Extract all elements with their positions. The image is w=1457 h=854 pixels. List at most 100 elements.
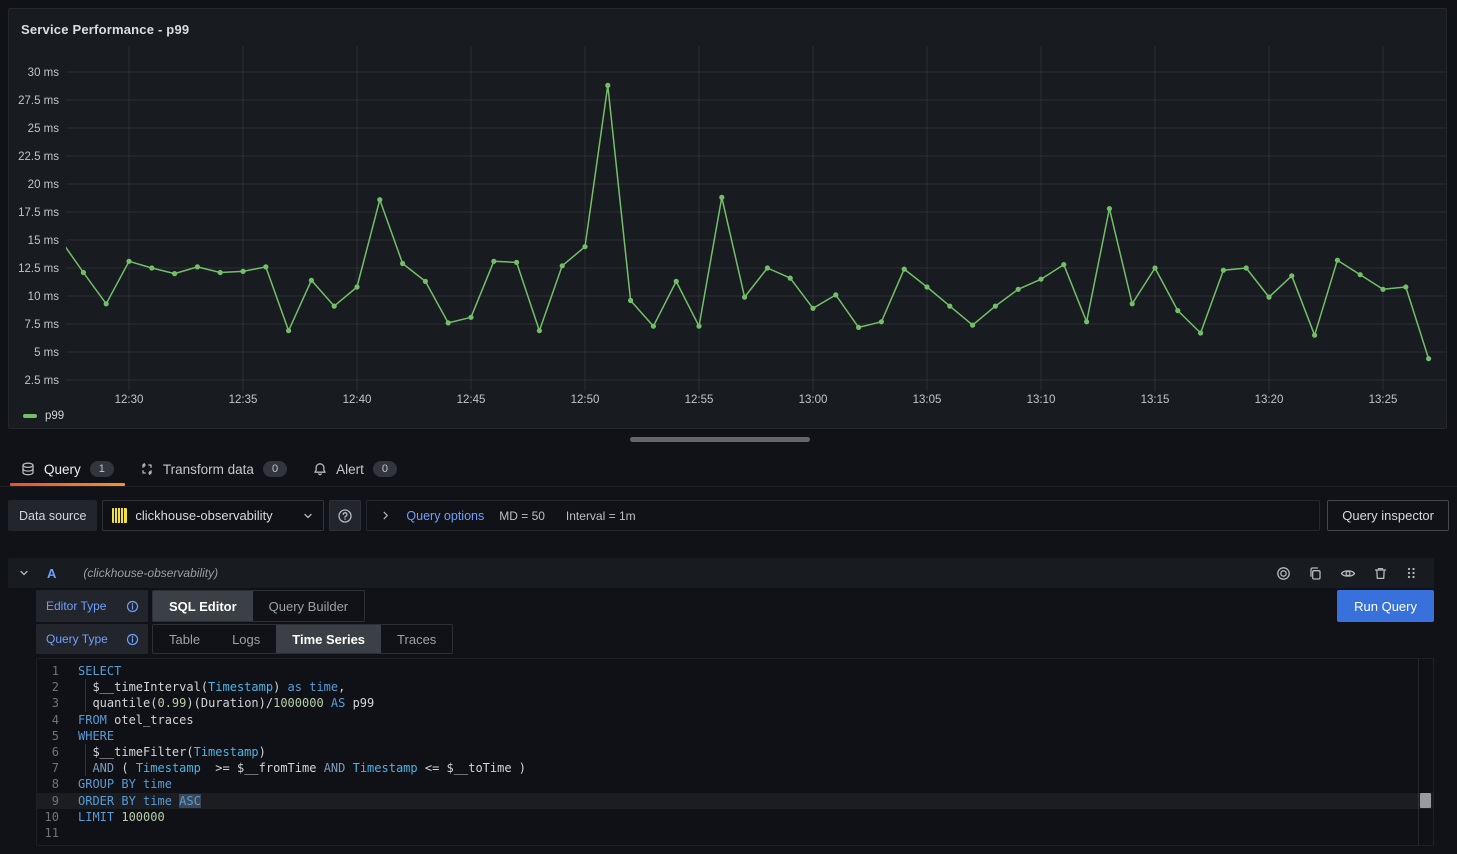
query-inspector-button[interactable]: Query inspector	[1327, 500, 1449, 531]
line-number: 6	[37, 744, 59, 760]
tab-alert[interactable]: Alert 0	[300, 452, 410, 486]
segment-traces[interactable]: Traces	[381, 625, 452, 653]
svg-text:22.5 ms: 22.5 ms	[18, 151, 59, 163]
code-line[interactable]: 8GROUP BY time	[37, 776, 1433, 792]
code-line[interactable]: 5WHERE	[37, 728, 1433, 744]
svg-text:12:30: 12:30	[115, 394, 144, 406]
code-line[interactable]: 4FROM otel_traces	[37, 712, 1433, 728]
datasource-picker[interactable]: clickhouse-observability	[102, 500, 324, 531]
line-number: 10	[37, 809, 59, 825]
tab-query-count-badge: 1	[90, 461, 114, 477]
code-line[interactable]: 3 quantile(0.99)(Duration)/1000000 AS p9…	[37, 695, 1433, 711]
segment-sql-editor[interactable]: SQL Editor	[153, 591, 253, 621]
svg-text:13:10: 13:10	[1027, 394, 1056, 406]
svg-text:13:15: 13:15	[1141, 394, 1170, 406]
duplicate-query-icon[interactable]	[1308, 566, 1323, 581]
chevron-right-icon	[380, 510, 391, 521]
query-options-interval: Interval = 1m	[566, 509, 636, 523]
line-number: 5	[37, 728, 59, 744]
tab-alert-count-badge: 0	[373, 461, 397, 477]
drag-handle-icon[interactable]	[1405, 566, 1417, 580]
legend-series-swatch	[23, 414, 37, 418]
transform-icon	[140, 462, 154, 476]
query-ref-id[interactable]: A	[47, 566, 56, 581]
svg-text:20 ms: 20 ms	[28, 179, 60, 191]
svg-text:7.5 ms: 7.5 ms	[24, 319, 59, 331]
svg-text:2.5 ms: 2.5 ms	[24, 375, 59, 387]
line-number: 3	[37, 695, 59, 711]
svg-text:13:05: 13:05	[913, 394, 942, 406]
svg-text:5 ms: 5 ms	[34, 347, 59, 359]
query-datasource-hint: (clickhouse-observability)	[83, 566, 218, 580]
line-number: 9	[37, 793, 59, 809]
run-query-button[interactable]: Run Query	[1337, 590, 1434, 622]
panel-resize-handle[interactable]	[630, 437, 810, 442]
svg-text:13:20: 13:20	[1255, 394, 1284, 406]
query-type-label-box: Query Type	[36, 624, 148, 654]
code-line[interactable]: 1SELECT	[37, 663, 1433, 679]
editor-type-label-box: Editor Type	[36, 590, 148, 622]
segment-logs[interactable]: Logs	[216, 625, 276, 653]
query-options-max-datapoints: MD = 50	[499, 509, 545, 523]
datasource-help-button[interactable]	[329, 500, 361, 531]
svg-text:13:25: 13:25	[1369, 394, 1398, 406]
tab-transform-count-badge: 0	[263, 461, 287, 477]
tab-query-label: Query	[44, 462, 81, 477]
svg-text:17.5 ms: 17.5 ms	[18, 207, 59, 219]
code-line[interactable]: 9ORDER BY time ASC	[37, 793, 1433, 809]
timeseries-chart[interactable]: 30 ms27.5 ms25 ms22.5 ms20 ms17.5 ms15 m…	[9, 9, 1446, 407]
line-number: 11	[37, 825, 59, 841]
line-number: 4	[37, 712, 59, 728]
svg-text:12.5 ms: 12.5 ms	[18, 263, 59, 275]
tab-query[interactable]: Query 1	[8, 452, 127, 486]
info-icon[interactable]	[126, 600, 139, 613]
query-options-bar[interactable]: Query options MD = 50 Interval = 1m	[366, 500, 1320, 531]
legend: p99	[23, 410, 64, 422]
datasource-row: Data source clickhouse-observability Que…	[8, 500, 1449, 531]
query-type-label: Query Type	[46, 632, 108, 646]
legend-series-label[interactable]: p99	[45, 410, 64, 422]
svg-text:12:45: 12:45	[457, 394, 486, 406]
line-number: 7	[37, 760, 59, 776]
hide-response-icon[interactable]	[1340, 566, 1356, 581]
svg-text:25 ms: 25 ms	[28, 123, 60, 135]
collapse-chevron-icon[interactable]	[18, 567, 30, 579]
sql-code-editor[interactable]: 1SELECT2 $__timeInterval(Timestamp) as t…	[36, 658, 1434, 846]
query-options-link[interactable]: Query options	[406, 509, 484, 523]
query-type-row: Query Type TableLogsTime SeriesTraces	[36, 624, 1434, 654]
line-number: 1	[37, 663, 59, 679]
help-icon	[337, 508, 353, 524]
editor-type-row: Editor Type SQL EditorQuery Builder Run …	[36, 590, 1434, 622]
info-icon[interactable]	[126, 633, 139, 646]
svg-text:30 ms: 30 ms	[28, 67, 60, 79]
delete-query-icon[interactable]	[1373, 566, 1388, 581]
segment-time-series[interactable]: Time Series	[276, 625, 381, 653]
code-line[interactable]: 2 $__timeInterval(Timestamp) as time,	[37, 679, 1433, 695]
code-line[interactable]: 10LIMIT 100000	[37, 809, 1433, 825]
segment-query-builder[interactable]: Query Builder	[253, 591, 364, 621]
query-actions	[1276, 566, 1417, 581]
tab-alert-label: Alert	[336, 462, 364, 477]
timeseries-panel: Service Performance - p99 30 ms27.5 ms25…	[8, 8, 1447, 429]
code-line[interactable]: 6 $__timeFilter(Timestamp)	[37, 744, 1433, 760]
svg-text:12:35: 12:35	[229, 394, 258, 406]
svg-text:12:55: 12:55	[685, 394, 714, 406]
code-line[interactable]: 11	[37, 825, 1433, 841]
tab-bar: Query 1 Transform data 0 Alert 0	[0, 452, 1457, 487]
tab-transform-label: Transform data	[163, 462, 254, 477]
clickhouse-logo-icon	[112, 508, 127, 523]
database-icon	[21, 462, 35, 476]
code-line[interactable]: 7 AND ( Timestamp >= $__fromTime AND Tim…	[37, 760, 1433, 776]
svg-text:12:40: 12:40	[343, 394, 372, 406]
svg-text:27.5 ms: 27.5 ms	[18, 95, 59, 107]
chevron-down-icon	[302, 510, 314, 522]
line-number: 8	[37, 776, 59, 792]
segment-table[interactable]: Table	[153, 625, 216, 653]
line-number: 2	[37, 679, 59, 695]
datasource-label: Data source	[8, 500, 97, 531]
query-type-toggle: TableLogsTime SeriesTraces	[152, 624, 453, 654]
tab-transform-data[interactable]: Transform data 0	[127, 452, 300, 486]
svg-text:12:50: 12:50	[571, 394, 600, 406]
editor-type-toggle: SQL EditorQuery Builder	[152, 590, 365, 622]
disable-query-icon[interactable]	[1276, 566, 1291, 581]
